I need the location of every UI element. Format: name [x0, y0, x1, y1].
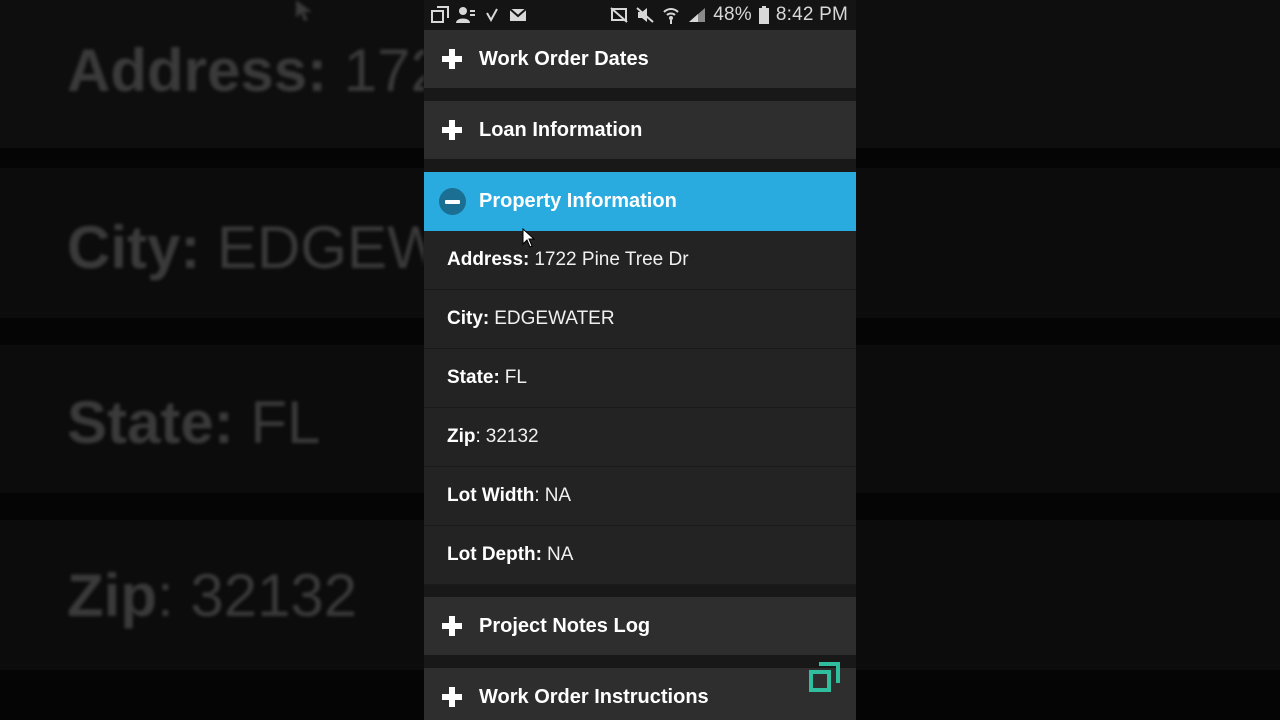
cursor-echo-icon: [296, 0, 312, 21]
property-zip-row: Zip: 32132: [424, 408, 856, 467]
check-icon: [482, 5, 502, 25]
window-restore-icon: [430, 5, 450, 25]
field-value: NA: [546, 544, 574, 565]
property-lot-width-row: Lot Width: NA: [424, 467, 856, 526]
signal-icon: [687, 5, 707, 25]
phone-screen: 48% 8:42 PM Work Order Dates Loan Inform…: [424, 0, 856, 720]
section-label: Work Order Dates: [479, 47, 649, 70]
bg-city-text: City: EDGEW: [67, 214, 424, 281]
section-label: Work Order Instructions: [479, 685, 709, 708]
minus-circle-icon: [439, 188, 466, 215]
section-label: Property Information: [479, 190, 677, 212]
field-label: City:: [447, 308, 490, 329]
plus-icon: [440, 685, 464, 709]
field-value: NA: [544, 485, 572, 506]
section-project-notes-log[interactable]: Project Notes Log: [424, 597, 856, 655]
battery-icon: [758, 5, 770, 25]
bg-zip-text: Zip: 32132: [67, 562, 358, 629]
field-value: EDGEWATER: [494, 308, 615, 329]
mouse-cursor-icon: [522, 228, 536, 248]
field-value: 1722 Pine Tree Dr: [534, 249, 689, 270]
property-city-row: City: EDGEWATER: [424, 290, 856, 349]
property-lot-depth-row: Lot Depth: NA: [424, 526, 856, 585]
plus-icon: [440, 614, 464, 638]
status-bar: 48% 8:42 PM: [424, 0, 856, 30]
window-restore-icon: [809, 662, 840, 692]
section-loan-information[interactable]: Loan Information: [424, 101, 856, 159]
mute-icon: [635, 5, 655, 25]
property-address-row: Address: 1722 Pine Tree Dr: [424, 231, 856, 290]
wifi-icon: [661, 5, 681, 25]
field-label: Address:: [447, 249, 530, 270]
field-separator: :: [534, 485, 540, 506]
clock: 8:42 PM: [775, 4, 848, 25]
battery-percent: 48%: [713, 4, 752, 25]
bg-address-text: Address: 172: [67, 37, 424, 104]
mail-icon: [508, 5, 528, 25]
section-work-order-instructions[interactable]: Work Order Instructions: [424, 668, 856, 720]
field-label: Zip: [447, 426, 476, 447]
plus-icon: [440, 118, 464, 142]
section-label: Loan Information: [479, 118, 643, 141]
contact-icon: [456, 5, 476, 25]
property-state-row: State: FL: [424, 349, 856, 408]
field-label: Lot Depth:: [447, 544, 542, 565]
bg-state-text: State: FL: [67, 389, 321, 456]
section-label: Project Notes Log: [479, 614, 651, 637]
cast-icon: [609, 5, 629, 25]
field-value: 32132: [485, 426, 539, 447]
field-label: State:: [447, 367, 500, 388]
field-value: FL: [504, 367, 527, 388]
field-label: Lot Width: [447, 485, 535, 506]
floating-window-button[interactable]: [808, 660, 842, 694]
plus-icon: [440, 47, 464, 71]
section-work-order-dates[interactable]: Work Order Dates: [424, 30, 856, 88]
field-separator: :: [475, 426, 481, 447]
section-property-information[interactable]: Property Information: [424, 172, 856, 231]
